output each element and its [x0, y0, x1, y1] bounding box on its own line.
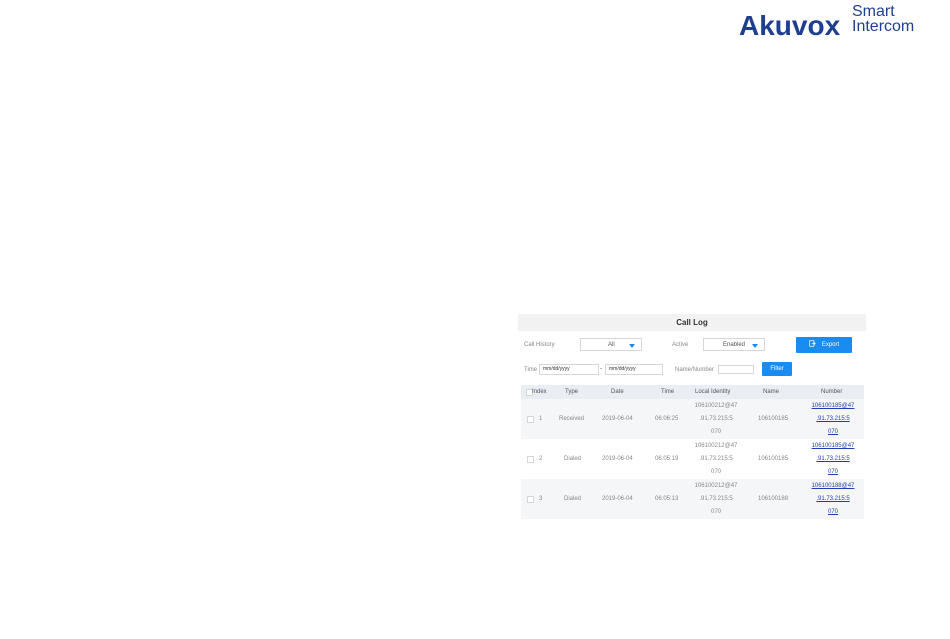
brand-name: Akuvox: [739, 10, 841, 41]
call-log-panel: Call Log Call History All Active Enabled…: [518, 314, 866, 522]
brand-tagline: Smart Intercom: [852, 3, 915, 35]
active-select[interactable]: Enabled: [703, 338, 765, 351]
chevron-down-icon: [629, 344, 635, 348]
brand-tagline-line1: Smart: [852, 3, 895, 20]
column-name: Name: [763, 389, 780, 395]
date-to-placeholder: mm/dd/yyyy: [609, 366, 636, 372]
table-row[interactable]: 2 Dialed 2019-06-04 06:05:19 106100212@4…: [521, 439, 864, 479]
row-local-identity: 106100212@47 .91.73.215:5 070: [686, 440, 746, 479]
brand-tagline-line2: Intercom: [852, 18, 915, 35]
number-line: 070: [827, 429, 838, 435]
local-identity-line: 106100212@47: [694, 443, 738, 449]
row-checkbox[interactable]: [527, 416, 534, 423]
local-identity-line: .91.73.215:5: [699, 496, 733, 502]
row-type: Dialed: [564, 496, 582, 502]
number-line: 106100185@47: [811, 403, 855, 409]
table-header: Index Type Date Time Local Identity Name…: [521, 385, 864, 399]
row-checkbox[interactable]: [527, 496, 534, 503]
local-identity-line: 106100212@47: [694, 403, 738, 409]
row-index: 2: [539, 456, 543, 462]
chevron-down-icon: [752, 344, 758, 348]
row-checkbox[interactable]: [527, 456, 534, 463]
row-number-link[interactable]: 106100188@47 .91.73.215:5 070: [803, 480, 863, 519]
row-date: 2019-06-04: [602, 456, 633, 462]
date-to-input[interactable]: mm/dd/yyyy: [605, 364, 663, 375]
row-time: 06:06:25: [655, 416, 679, 422]
row-type: Dialed: [564, 456, 582, 462]
row-type: Received: [559, 416, 585, 422]
export-button[interactable]: Export: [796, 337, 852, 353]
row-name: 106100188: [758, 496, 789, 502]
export-icon: [809, 340, 816, 347]
number-line: .91.73.215:5: [816, 416, 850, 422]
row-time: 06:05:13: [655, 496, 679, 502]
row-date: 2019-06-04: [602, 496, 633, 502]
akuvox-logo: Akuvox Smart Intercom: [739, 3, 919, 42]
column-local-identity: Local Identity: [695, 389, 731, 395]
name-number-label: Name/Number: [675, 367, 715, 373]
table-row[interactable]: 1 Received 2019-06-04 06:06:25 106100212…: [521, 399, 864, 439]
local-identity-line: .91.73.215:5: [699, 416, 733, 422]
export-label: Export: [821, 342, 840, 348]
date-from-input[interactable]: mm/dd/yyyy: [539, 364, 599, 375]
local-identity-line: 106100212@47: [694, 483, 738, 489]
column-date: Date: [611, 389, 624, 395]
column-time: Time: [661, 389, 675, 395]
panel-title: Call Log: [518, 314, 866, 331]
number-line: 070: [827, 509, 838, 515]
column-number: Number: [821, 389, 843, 395]
local-identity-line: .91.73.215:5: [699, 456, 733, 462]
row-number-link[interactable]: 106100185@47 .91.73.215:5 070: [803, 440, 863, 479]
row-index: 1: [539, 416, 543, 422]
column-type: Type: [565, 389, 579, 395]
date-from-placeholder: mm/dd/yyyy: [543, 366, 570, 372]
row-name: 106100185: [758, 416, 789, 422]
row-local-identity: 106100212@47 .91.73.215:5 070: [686, 400, 746, 439]
row-name: 106100185: [758, 456, 789, 462]
row-date: 2019-06-04: [602, 416, 633, 422]
number-line: 106100188@47: [811, 483, 855, 489]
row-number-link[interactable]: 106100185@47 .91.73.215:5 070: [803, 400, 863, 439]
call-history-label: Call History: [524, 342, 555, 348]
local-identity-line: 070: [710, 509, 721, 515]
date-separator: -: [600, 366, 602, 372]
active-label: Active: [672, 342, 689, 348]
number-line: .91.73.215:5: [816, 496, 850, 502]
local-identity-line: 070: [710, 469, 721, 475]
row-local-identity: 106100212@47 .91.73.215:5 070: [686, 480, 746, 519]
number-line: .91.73.215:5: [816, 456, 850, 462]
local-identity-line: 070: [710, 429, 721, 435]
filter-button[interactable]: Filter: [762, 362, 792, 376]
row-time: 06:05:19: [655, 456, 679, 462]
time-label: Time: [524, 367, 538, 373]
column-index: Index: [532, 389, 547, 395]
table-row[interactable]: 3 Dialed 2019-06-04 06:05:13 106100212@4…: [521, 479, 864, 519]
name-number-input[interactable]: [718, 365, 754, 374]
call-history-select[interactable]: All: [580, 338, 642, 351]
row-index: 3: [539, 496, 543, 502]
number-line: 070: [827, 469, 838, 475]
call-history-value: All: [608, 342, 615, 348]
filter-label: Filter: [770, 366, 784, 372]
active-value: Enabled: [723, 342, 746, 348]
number-line: 106100185@47: [811, 443, 855, 449]
